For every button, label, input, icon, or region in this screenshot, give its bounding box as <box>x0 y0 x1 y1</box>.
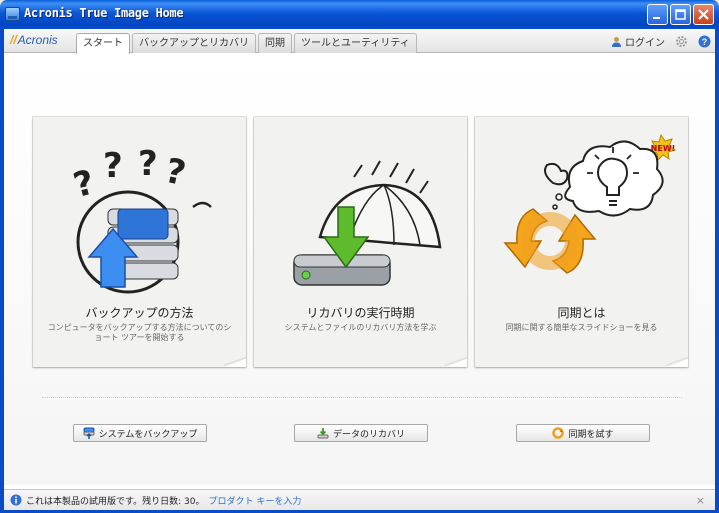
tab-bar: スタート バックアップとリカバリ 同期 ツールとユーティリティ <box>76 33 419 54</box>
header-tools: ログイン ? <box>611 34 711 49</box>
maximize-button[interactable] <box>670 4 691 25</box>
try-sync-button[interactable]: 同期を試す <box>516 424 650 442</box>
try-sync-label: 同期を試す <box>568 429 614 440</box>
svg-text:?: ? <box>162 151 190 194</box>
card-recovery-when[interactable]: リカバリの実行時期 システムとファイルのリカバリ方法を学ぶ <box>254 117 467 367</box>
info-icon <box>10 494 22 506</box>
card-title: バックアップの方法 <box>85 306 194 320</box>
help-icon[interactable]: ? <box>698 35 711 48</box>
card-sync-about[interactable]: NEW! 同期とは 同期に関する簡単なスライドショーを見る <box>475 117 688 367</box>
divider <box>42 397 682 398</box>
trial-message: これは本製品の試用版です。残り日数: 30。 <box>26 496 205 507</box>
user-icon <box>612 37 621 47</box>
tab-backup-recovery[interactable]: バックアップとリカバリ <box>132 33 256 53</box>
new-badge: NEW! <box>651 144 676 153</box>
svg-text:?: ? <box>138 144 158 184</box>
card-description: コンピュータをバックアップする方法についてのショート ツアーを開始する <box>47 323 232 342</box>
recover-data-label: データのリカバリ <box>332 429 405 440</box>
recover-data-button[interactable]: データのリカバリ <box>294 424 428 442</box>
sync-icon <box>552 427 565 439</box>
acronis-logo: //Acronis <box>10 33 58 47</box>
svg-text:?: ? <box>69 162 98 206</box>
tab-tools-utilities[interactable]: ツールとユーティリティ <box>294 33 417 53</box>
card-title: リカバリの実行時期 <box>306 306 415 320</box>
gear-icon[interactable] <box>675 35 688 48</box>
client-area: //Acronis スタート バックアップとリカバリ 同期 ツールとユーティリテ… <box>3 29 716 510</box>
card-description: システムとファイルのリカバリ方法を学ぶ <box>284 323 437 332</box>
start-page: ? ? ? ? バックアップの方法 コンピュータをバックアップする方法についての… <box>4 54 715 485</box>
tab-sync[interactable]: 同期 <box>258 33 292 53</box>
backup-icon <box>83 427 95 439</box>
close-button[interactable] <box>693 4 714 25</box>
svg-text:?: ? <box>103 146 123 186</box>
tab-start[interactable]: スタート <box>76 33 130 54</box>
status-close-icon[interactable]: × <box>696 494 705 507</box>
backup-system-button[interactable]: システムをバックアップ <box>73 424 207 442</box>
login-label: ログイン <box>625 38 665 49</box>
sync-arrows-icon: NEW! <box>503 133 677 274</box>
login-link[interactable]: ログイン <box>611 34 665 49</box>
card-description: 同期に関する簡単なスライドショーを見る <box>505 323 658 332</box>
minimize-button[interactable] <box>647 4 668 25</box>
card-backup-howto[interactable]: ? ? ? ? バックアップの方法 コンピュータをバックアップする方法についての… <box>33 117 246 367</box>
backup-system-label: システムをバックアップ <box>98 429 198 440</box>
title-bar: Acronis True Image Home <box>0 0 719 29</box>
recovery-icon <box>317 428 329 439</box>
enter-product-key-link[interactable]: プロダクト キーを入力 <box>208 494 301 507</box>
status-bar: これは本製品の試用版です。残り日数: 30。 プロダクト キーを入力 × <box>4 489 715 510</box>
close-icon <box>698 9 709 20</box>
minimize-icon <box>653 17 660 19</box>
maximize-icon <box>675 9 686 20</box>
svg-text:?: ? <box>702 37 708 47</box>
backup-disks-icon: ? ? ? ? <box>69 144 212 294</box>
card-title: 同期とは <box>557 306 606 320</box>
recovery-umbrella-icon <box>293 160 442 286</box>
app-header: //Acronis スタート バックアップとリカバリ 同期 ツールとユーティリテ… <box>4 29 715 54</box>
app-icon <box>5 7 20 21</box>
window-title: Acronis True Image Home <box>24 6 184 20</box>
